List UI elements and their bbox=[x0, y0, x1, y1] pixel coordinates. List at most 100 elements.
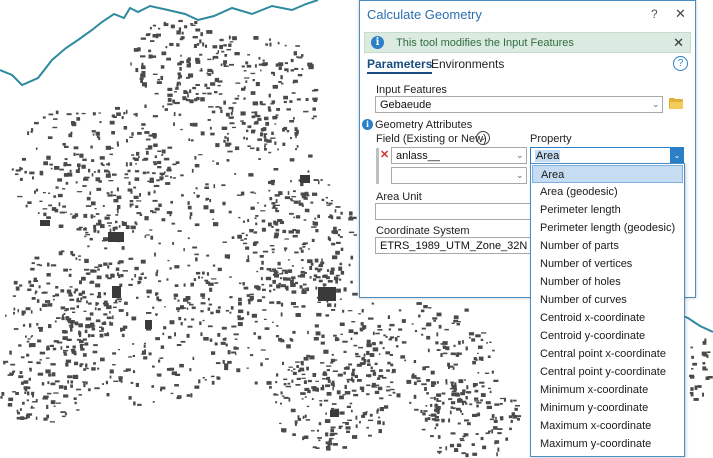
building bbox=[104, 247, 108, 250]
building bbox=[75, 181, 78, 184]
property-option[interactable]: Perimeter length bbox=[532, 201, 683, 219]
building bbox=[287, 269, 293, 273]
building bbox=[216, 376, 220, 380]
building bbox=[130, 381, 134, 384]
building bbox=[247, 255, 250, 260]
building bbox=[335, 274, 340, 277]
help-icon[interactable]: ? bbox=[651, 7, 658, 21]
property-option[interactable]: Area bbox=[532, 165, 683, 183]
tab-environments[interactable]: Environments bbox=[431, 57, 504, 71]
area-unit-select[interactable] bbox=[375, 203, 535, 220]
building bbox=[28, 280, 32, 284]
property-option[interactable]: Centroid y-coordinate bbox=[532, 327, 683, 345]
building bbox=[292, 433, 296, 436]
dismiss-banner-icon[interactable]: ✕ bbox=[673, 35, 684, 51]
field-select-row-1[interactable]: anlass__ bbox=[391, 147, 527, 164]
building bbox=[280, 402, 282, 405]
building bbox=[284, 196, 291, 200]
building bbox=[237, 95, 240, 97]
building bbox=[42, 116, 46, 119]
building bbox=[134, 170, 140, 173]
building bbox=[200, 332, 203, 337]
building bbox=[257, 286, 261, 291]
chevron-down-icon[interactable]: ⌄ bbox=[516, 150, 524, 161]
building bbox=[160, 75, 164, 81]
building bbox=[227, 360, 232, 364]
folder-icon[interactable] bbox=[669, 98, 683, 109]
building bbox=[182, 98, 188, 101]
chevron-down-icon[interactable]: ⌄ bbox=[652, 99, 660, 110]
building bbox=[374, 362, 378, 366]
property-option[interactable]: Perimeter length (geodesic) bbox=[532, 219, 683, 237]
building bbox=[275, 335, 280, 338]
property-dropdown-list: Area Area (geodesic) Perimeter length Pe… bbox=[530, 163, 685, 457]
property-select-row-1[interactable]: Area bbox=[530, 147, 684, 164]
building bbox=[284, 249, 287, 252]
building bbox=[134, 177, 140, 181]
building bbox=[158, 242, 161, 245]
building bbox=[353, 344, 358, 347]
building bbox=[510, 419, 513, 423]
coordinate-system-select[interactable]: ETRS_1989_UTM_Zone_32N bbox=[375, 237, 535, 254]
building bbox=[406, 379, 412, 384]
property-option[interactable]: Minimum y-coordinate bbox=[532, 399, 683, 417]
property-option[interactable]: Centroid x-coordinate bbox=[532, 309, 683, 327]
tool-help-icon[interactable]: ? bbox=[673, 56, 688, 71]
building bbox=[274, 273, 279, 278]
building bbox=[155, 272, 158, 277]
building bbox=[411, 323, 414, 325]
building bbox=[89, 312, 94, 316]
remove-row-icon[interactable]: ✕ bbox=[380, 148, 389, 161]
property-option[interactable]: Area (geodesic) bbox=[532, 183, 683, 201]
building bbox=[131, 278, 134, 281]
building bbox=[374, 342, 376, 346]
property-option[interactable]: Maximum y-coordinate bbox=[532, 435, 683, 453]
building bbox=[200, 302, 206, 305]
property-option[interactable]: Minimum x-coordinate bbox=[532, 381, 683, 399]
expand-chevron-icon[interactable]: ⌄ bbox=[476, 131, 490, 145]
property-option[interactable]: Maximum x-coordinate bbox=[532, 417, 683, 435]
building bbox=[376, 377, 381, 380]
building bbox=[215, 362, 221, 365]
building bbox=[180, 174, 184, 177]
property-option[interactable]: Number of vertices bbox=[532, 255, 683, 273]
property-option[interactable]: Number of curves bbox=[532, 291, 683, 309]
property-option[interactable]: Number of parts bbox=[532, 237, 683, 255]
building bbox=[466, 391, 472, 394]
building bbox=[170, 176, 172, 179]
input-features-select[interactable]: Gebaeude bbox=[375, 96, 663, 113]
building bbox=[180, 340, 186, 343]
property-dropdown-toggle[interactable]: ⌄ bbox=[670, 147, 684, 164]
building bbox=[280, 75, 283, 80]
building bbox=[400, 355, 406, 359]
building bbox=[19, 177, 23, 181]
building bbox=[194, 21, 198, 25]
building bbox=[187, 325, 193, 328]
property-option[interactable]: Number of holes bbox=[532, 273, 683, 291]
geometry-attributes-info-icon: i bbox=[362, 119, 373, 130]
building bbox=[64, 145, 69, 148]
building bbox=[448, 398, 453, 401]
building bbox=[94, 269, 97, 273]
building bbox=[289, 198, 293, 201]
building bbox=[198, 379, 201, 384]
building bbox=[456, 323, 460, 326]
building bbox=[462, 435, 466, 438]
close-icon[interactable]: ✕ bbox=[675, 6, 686, 22]
field-select-row-2[interactable] bbox=[391, 167, 527, 184]
building bbox=[389, 388, 395, 391]
building bbox=[339, 262, 343, 266]
chevron-down-icon[interactable]: ⌄ bbox=[516, 170, 524, 181]
building bbox=[18, 375, 24, 379]
building bbox=[388, 338, 393, 341]
building bbox=[231, 325, 237, 328]
property-option[interactable]: Central point y-coordinate bbox=[532, 363, 683, 381]
building bbox=[65, 359, 72, 363]
building bbox=[163, 157, 170, 161]
building bbox=[113, 199, 119, 203]
building bbox=[313, 97, 317, 102]
tab-parameters[interactable]: Parameters bbox=[367, 57, 433, 74]
building bbox=[421, 327, 426, 330]
property-option[interactable]: Central point x-coordinate bbox=[532, 345, 683, 363]
building bbox=[55, 402, 61, 404]
